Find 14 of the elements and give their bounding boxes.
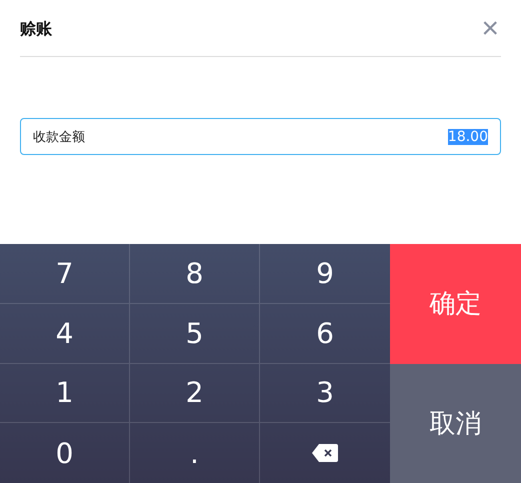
dialog-title: 赊账 — [20, 18, 52, 40]
keypad-key[interactable]: 7 — [0, 244, 130, 304]
field-label: 收款金额 — [33, 128, 85, 146]
backspace-icon — [311, 443, 339, 464]
field-value: 18.00 — [448, 128, 488, 144]
cancel-button[interactable]: 取消 — [390, 364, 521, 483]
keypad-key[interactable]: . — [130, 423, 260, 483]
keypad-key[interactable]: 1 — [0, 364, 130, 424]
keypad-key[interactable]: 0 — [0, 423, 130, 483]
amount-field[interactable]: 收款金额 18.00 — [20, 118, 501, 155]
keypad-key[interactable]: 8 — [130, 244, 260, 304]
keypad-key[interactable]: 4 — [0, 304, 130, 364]
keypad-key[interactable]: 2 — [130, 364, 260, 424]
keypad-key[interactable]: 5 — [130, 304, 260, 364]
